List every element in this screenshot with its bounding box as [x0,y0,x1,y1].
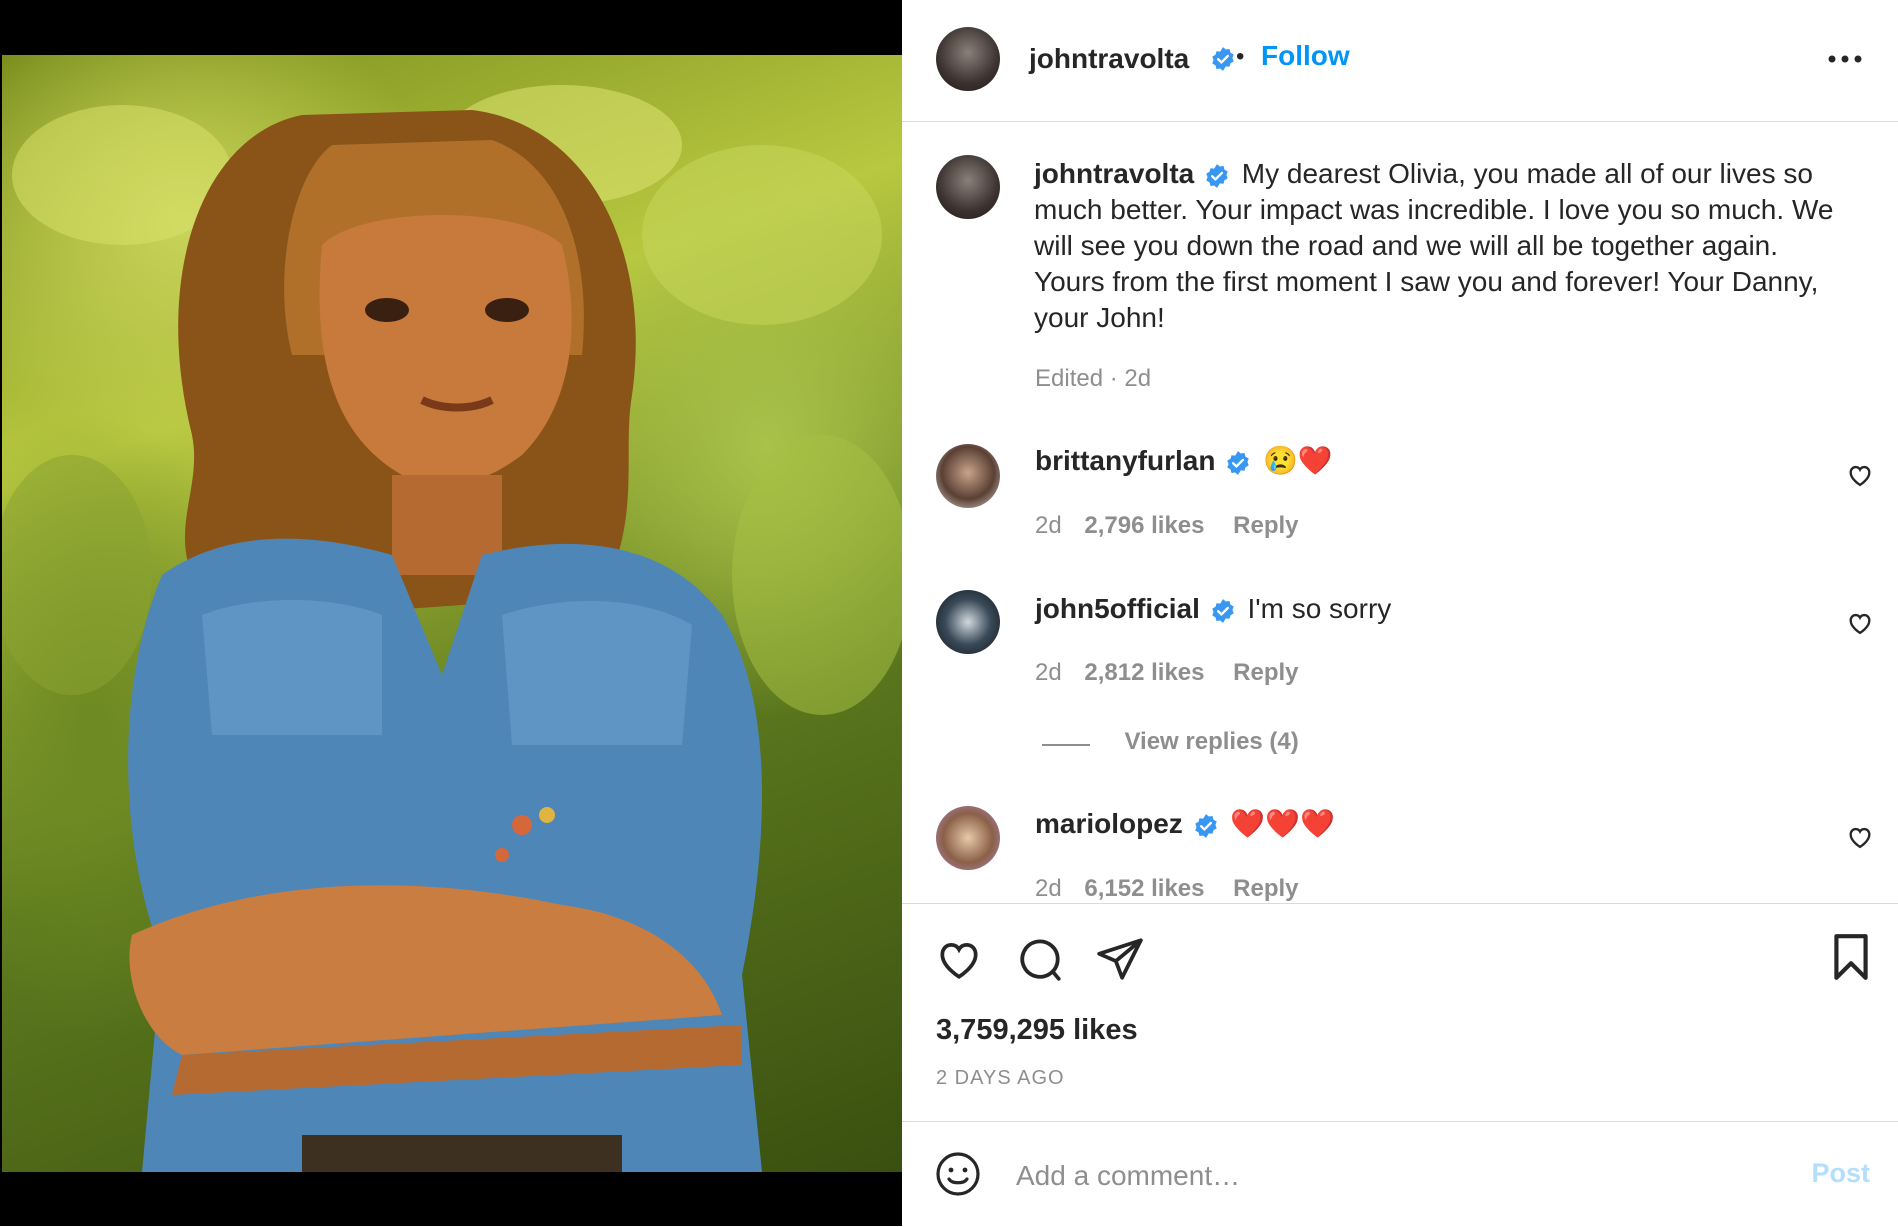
post-actions: 3,759,295 likes 2 DAYS AGO [902,903,1898,1121]
more-options-icon[interactable] [1827,53,1863,65]
author-avatar[interactable] [936,27,1000,91]
post-header: johntravolta • Follow [902,0,1898,122]
commenter-avatar[interactable] [936,444,1000,508]
caption-meta: Edited · 2d [1035,365,1152,392]
post-timestamp[interactable]: 2 DAYS AGO [936,1067,1065,1090]
comment-text: I'm so sorry [1247,593,1392,624]
comment-text-block: john5official I'm so sorry [1035,591,1391,627]
header-separator: • [1236,43,1245,70]
emoji-icon[interactable] [934,1150,982,1198]
caption-text-block: johntravolta My dearest Olivia, you made… [1034,156,1844,336]
comment-input[interactable] [1014,1150,1718,1202]
post-photo[interactable] [2,55,902,1172]
view-replies[interactable]: View replies (4) [1042,728,1299,756]
commenter-avatar[interactable] [936,590,1000,654]
replies-divider [1042,743,1090,746]
caption-author-username[interactable]: johntravolta [1034,158,1194,189]
reply-button[interactable]: Reply [1233,512,1298,539]
comment-text-block: brittanyfurlan 😢❤️ [1035,443,1333,479]
comment-likes[interactable]: 2,796 likes [1084,512,1204,539]
commenter-username[interactable]: brittanyfurlan [1035,445,1215,476]
post-comment-button[interactable]: Post [1811,1158,1870,1189]
commenter-username[interactable]: john5official [1035,593,1200,624]
share-icon[interactable] [1095,934,1145,984]
heart-icon[interactable] [934,934,984,984]
verified-icon [1212,47,1234,71]
likes-count[interactable]: 3,759,295 likes [936,1014,1138,1047]
comment-text: 😢❤️ [1263,445,1333,476]
verified-icon [1194,813,1217,838]
comment-icon[interactable] [1015,934,1065,984]
post-media[interactable] [0,0,902,1226]
comment-text: ❤️❤️❤️ [1230,808,1335,839]
comment-meta: 2d 2,812 likes Reply [1035,659,1299,687]
reply-button[interactable]: Reply [1233,875,1298,902]
reply-button[interactable]: Reply [1233,659,1298,686]
comment-time: 2d [1035,512,1062,539]
heart-icon[interactable] [1846,461,1874,489]
comment-time: 2d [1035,659,1062,686]
view-replies-label[interactable]: View replies (4) [1124,728,1298,755]
follow-button[interactable]: Follow [1261,40,1350,72]
heart-icon[interactable] [1846,823,1874,851]
verified-icon [1206,163,1228,188]
heart-icon[interactable] [1846,609,1874,637]
bookmark-icon[interactable] [1828,932,1874,982]
comment-text-block: mariolopez ❤️❤️❤️ [1035,806,1335,842]
verified-icon [1211,598,1234,623]
caption-author-avatar[interactable] [936,155,1000,219]
comments-list[interactable]: johntravolta My dearest Olivia, you made… [902,122,1898,902]
comment-likes[interactable]: 6,152 likes [1084,875,1204,902]
post-sidebar: johntravolta • Follow johntravolta My de… [902,0,1898,1226]
comment-likes[interactable]: 2,812 likes [1084,659,1204,686]
add-comment-bar: Post [902,1121,1898,1227]
commenter-username[interactable]: mariolopez [1035,808,1183,839]
commenter-avatar[interactable] [936,806,1000,870]
comment-meta: 2d 6,152 likes Reply [1035,875,1299,902]
author-username[interactable]: johntravolta [1029,43,1189,75]
verified-icon [1227,450,1249,475]
comment-meta: 2d 2,796 likes Reply [1035,512,1299,540]
portrait-illustration [2,85,902,1172]
comment-time: 2d [1035,875,1062,902]
